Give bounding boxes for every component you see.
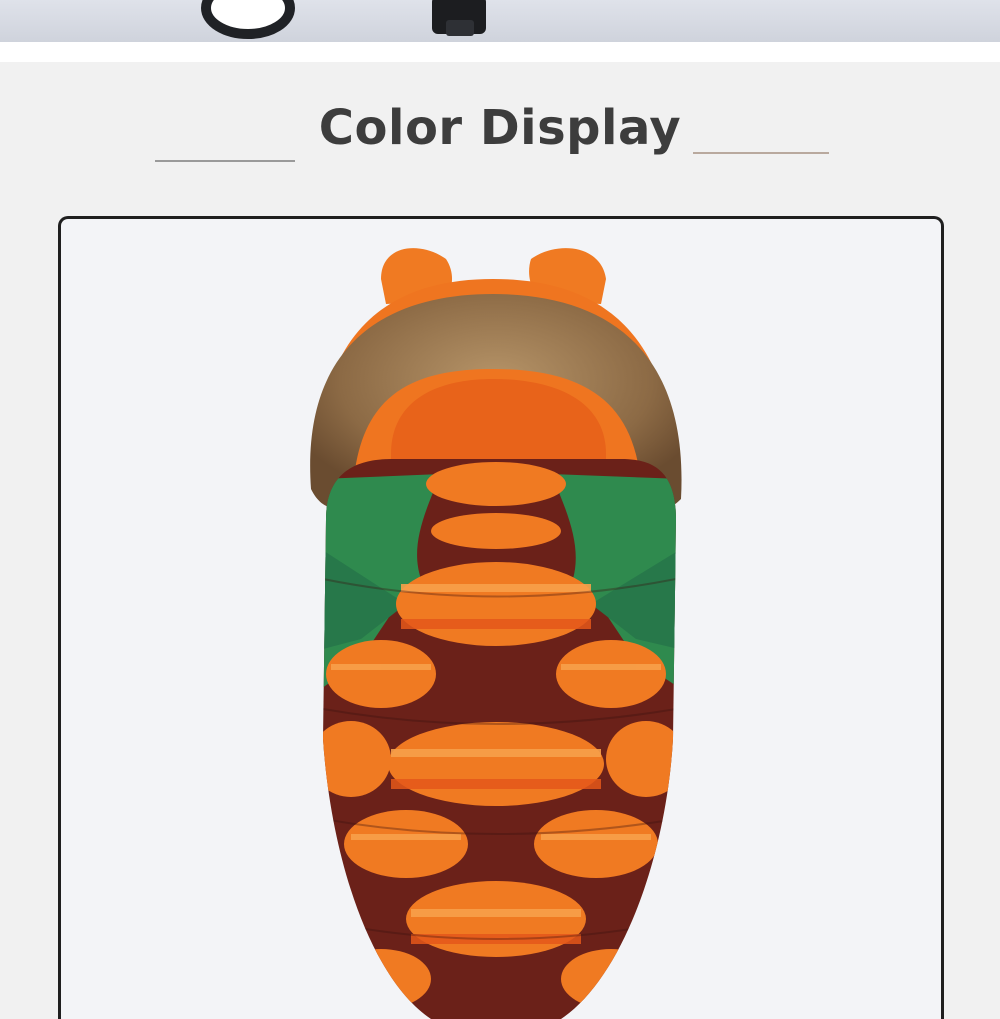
product-image-frame: [58, 216, 944, 1019]
title-rule-right: [693, 152, 829, 154]
section-title: Color Display: [318, 100, 682, 156]
sleeping-bag-photo: [310, 248, 682, 1019]
section-header: Color Display: [0, 100, 1000, 170]
top-banner-strip: [0, 0, 1000, 42]
title-rule-left: [155, 160, 295, 162]
stroller-wheels-image: [201, 0, 486, 39]
divider-band: [0, 42, 1000, 62]
color-display-section: Color Display: [0, 62, 1000, 1019]
